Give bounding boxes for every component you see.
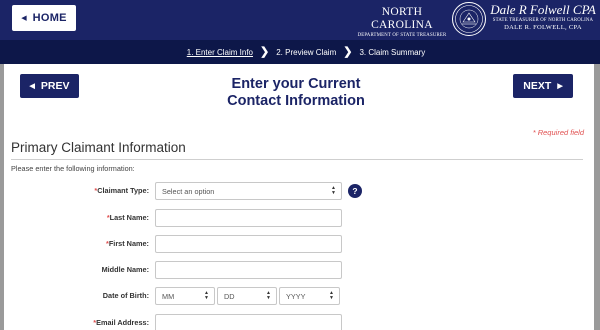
- site-header: ◀ HOME NORTH CAROLINA DEPARTMENT OF STAT…: [0, 0, 600, 40]
- middle-name-label-text: Middle Name:: [101, 265, 149, 274]
- step-enter-claim-info[interactable]: 1. Enter Claim Info: [187, 48, 253, 57]
- caret-left-icon: ◀: [21, 15, 27, 22]
- dob-label-text: Date of Birth:: [102, 291, 149, 300]
- chevron-right-icon: ❯: [343, 46, 353, 58]
- next-button[interactable]: NEXT ▶: [513, 74, 573, 98]
- last-name-label-text: Last Name:: [109, 213, 149, 222]
- required-field-note: * Required field: [532, 128, 584, 137]
- dob-label: Date of Birth:: [39, 291, 149, 300]
- email-input[interactable]: [155, 314, 342, 330]
- email-label: *Email Address:: [39, 318, 149, 327]
- section-title: Primary Claimant Information: [11, 140, 186, 155]
- chevron-right-icon: ❯: [260, 46, 270, 58]
- first-name-input[interactable]: [155, 235, 342, 253]
- signature-script: Dale R Folwell CPA: [490, 2, 596, 17]
- first-name-label: *First Name:: [39, 239, 149, 248]
- email-label-text: Email Address:: [96, 318, 149, 327]
- claimant-type-select[interactable]: Select an option ▲ ▼: [155, 182, 342, 200]
- home-button[interactable]: ◀ HOME: [12, 5, 76, 31]
- page-title: Enter your Current Contact Information: [194, 76, 398, 110]
- step-preview-claim: 2. Preview Claim: [276, 47, 337, 57]
- last-name-label: *Last Name:: [39, 213, 149, 222]
- caret-right-icon: ▶: [557, 83, 563, 90]
- select-arrows-icon: ▲ ▼: [331, 185, 336, 196]
- caret-left-icon: ◀: [29, 83, 35, 90]
- main-content: ◀ PREV Enter your Current Contact Inform…: [4, 64, 594, 330]
- select-arrows-icon: ▲ ▼: [266, 290, 271, 301]
- last-name-input[interactable]: [155, 209, 342, 227]
- dob-day-select[interactable]: DD ▲ ▼: [217, 287, 277, 305]
- section-divider: [11, 159, 583, 160]
- dob-year-select[interactable]: YYYY ▲ ▼: [279, 287, 340, 305]
- progress-steps: 1. Enter Claim Info ❯ 2. Preview Claim ❯…: [0, 40, 600, 64]
- brand-department: DEPARTMENT OF STATE TREASURER: [357, 33, 447, 38]
- claimant-type-label: *Claimant Type:: [39, 186, 149, 195]
- treasurer-brand: NORTH CAROLINA DEPARTMENT OF STATE TREAS…: [355, 6, 449, 39]
- select-arrows-icon: ▲ ▼: [204, 290, 209, 301]
- state-seal-icon: [452, 2, 486, 36]
- page-title-line2: Contact Information: [227, 93, 365, 109]
- brand-state: NORTH CAROLINA: [371, 6, 433, 31]
- dob-year-value: YYYY: [286, 291, 306, 301]
- signature-title: STATE TREASURER OF NORTH CAROLINA: [492, 18, 594, 23]
- next-button-label: NEXT: [523, 80, 552, 92]
- dob-day-value: DD: [224, 291, 235, 301]
- prev-button-label: PREV: [40, 80, 70, 92]
- middle-name-input[interactable]: [155, 261, 342, 279]
- prev-button[interactable]: ◀ PREV: [20, 74, 79, 98]
- claimant-type-value: Select an option: [162, 186, 215, 196]
- treasurer-signature: Dale R Folwell CPA STATE TREASURER OF NO…: [490, 3, 596, 37]
- select-arrows-icon: ▲ ▼: [329, 290, 334, 301]
- dob-month-select[interactable]: MM ▲ ▼: [155, 287, 215, 305]
- middle-name-label: Middle Name:: [39, 265, 149, 274]
- help-icon[interactable]: ?: [348, 184, 362, 198]
- step-claim-summary: 3. Claim Summary: [359, 47, 426, 57]
- signature-name: DALE R. FOLWELL, CPA: [504, 24, 582, 31]
- form-instructions: Please enter the following information:: [11, 164, 135, 173]
- first-name-label-text: First Name:: [108, 239, 149, 248]
- home-button-label: HOME: [32, 12, 67, 24]
- claimant-type-label-text: Claimant Type:: [97, 186, 149, 195]
- dob-month-value: MM: [162, 291, 175, 301]
- page-title-line1: Enter your Current: [231, 76, 361, 92]
